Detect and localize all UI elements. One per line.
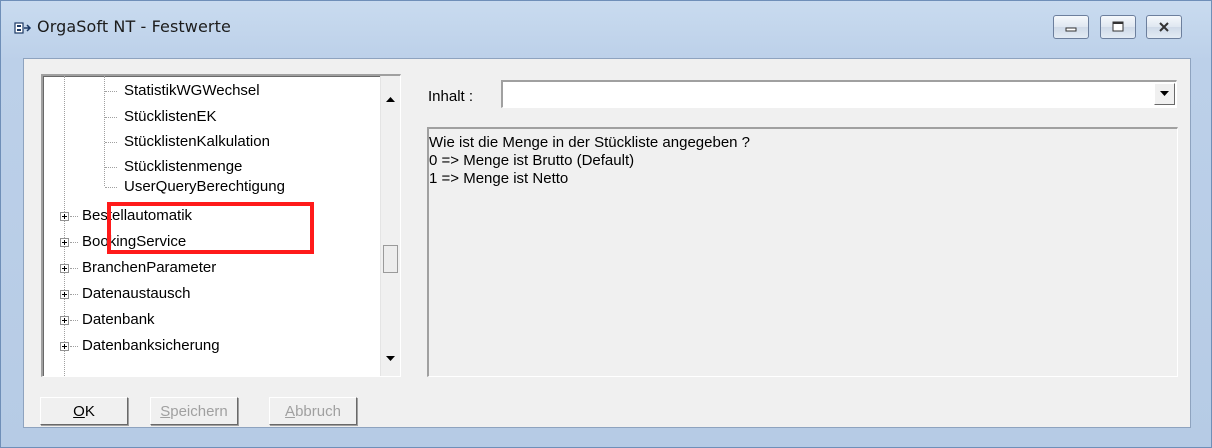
- ok-label: K: [84, 402, 95, 420]
- tree-connector: [105, 167, 117, 168]
- cancel-label: bbruch: [295, 402, 341, 420]
- description-memo[interactable]: Wie ist die Menge in der Stückliste ange…: [427, 127, 1178, 377]
- tree-item-branchenparameter[interactable]: BranchenParameter: [82, 259, 216, 276]
- close-button[interactable]: [1146, 15, 1182, 39]
- tree-item-statistikwgwechsel[interactable]: StatistikWGWechsel: [124, 82, 260, 99]
- scroll-down-icon: [386, 356, 395, 361]
- expand-icon[interactable]: [60, 316, 69, 325]
- tree-connector: [70, 268, 78, 269]
- save-button[interactable]: Speichern: [150, 397, 238, 425]
- maximize-icon: [1112, 21, 1124, 32]
- scroll-up-icon: [386, 97, 395, 102]
- combo-dropdown-button[interactable]: [1154, 83, 1175, 105]
- window-title: OrgaSoft NT - Festwerte: [37, 17, 231, 36]
- tree-connector: [70, 216, 78, 217]
- tree-child-line: [104, 76, 105, 186]
- tree-item-datenaustausch[interactable]: Datenaustausch: [82, 285, 190, 302]
- scroll-down-button[interactable]: [381, 349, 400, 369]
- tree-connector: [70, 294, 78, 295]
- highlight-annotation: [107, 202, 314, 254]
- tree-connector: [105, 91, 117, 92]
- inhalt-label: Inhalt :: [428, 88, 474, 105]
- tree-connector: [70, 320, 78, 321]
- scroll-up-button[interactable]: [381, 90, 400, 110]
- inhalt-combobox[interactable]: [501, 80, 1177, 108]
- festwerte-window: OrgaSoft NT - Festwerte StatistikWGWechs…: [0, 0, 1212, 448]
- cancel-mnemonic: A: [285, 402, 296, 420]
- tree-connector: [105, 142, 117, 143]
- tree-root-line: [64, 76, 65, 376]
- tree-item-stuecklistenmenge[interactable]: Stücklistenmenge: [124, 158, 242, 175]
- tree-connector: [70, 242, 78, 243]
- tree-item-stuecklistenkalkulation[interactable]: StücklistenKalkulation: [124, 133, 270, 150]
- cancel-button[interactable]: Abbruch: [269, 397, 357, 425]
- save-label: peichern: [170, 402, 228, 420]
- tree-scrollbar[interactable]: [380, 76, 400, 376]
- tree-connector: [105, 187, 117, 188]
- tree-item-datenbanksicherung[interactable]: Datenbanksicherung: [82, 337, 220, 354]
- description-line: 0 => Menge ist Brutto (Default): [429, 152, 635, 169]
- expand-icon[interactable]: [60, 264, 69, 273]
- maximize-button[interactable]: [1100, 15, 1136, 39]
- expand-icon[interactable]: [60, 212, 69, 221]
- description-line: Wie ist die Menge in der Stückliste ange…: [429, 134, 751, 151]
- close-icon: [1159, 22, 1169, 32]
- save-mnemonic: S: [160, 402, 171, 420]
- tree-item-datenbank[interactable]: Datenbank: [82, 311, 155, 328]
- ok-button[interactable]: OK: [40, 397, 128, 425]
- expand-icon[interactable]: [60, 290, 69, 299]
- tree-connector: [70, 346, 78, 347]
- minimize-icon: [1065, 27, 1077, 32]
- app-icon: [14, 22, 32, 34]
- scroll-thumb[interactable]: [383, 245, 398, 273]
- chevron-down-icon: [1160, 91, 1169, 96]
- ok-mnemonic: O: [73, 402, 85, 420]
- tree-connector: [105, 117, 117, 118]
- tree-item-stuecklistenek[interactable]: StücklistenEK: [124, 108, 217, 125]
- dialog-client-area: StatistikWGWechsel StücklistenEK Stückli…: [23, 58, 1191, 428]
- expand-icon[interactable]: [60, 238, 69, 247]
- description-line: 1 => Menge ist Netto: [429, 170, 569, 187]
- minimize-button[interactable]: [1053, 15, 1089, 39]
- expand-icon[interactable]: [60, 342, 69, 351]
- tree-item-userqueryberechtigung[interactable]: UserQueryBerechtigung: [124, 178, 285, 195]
